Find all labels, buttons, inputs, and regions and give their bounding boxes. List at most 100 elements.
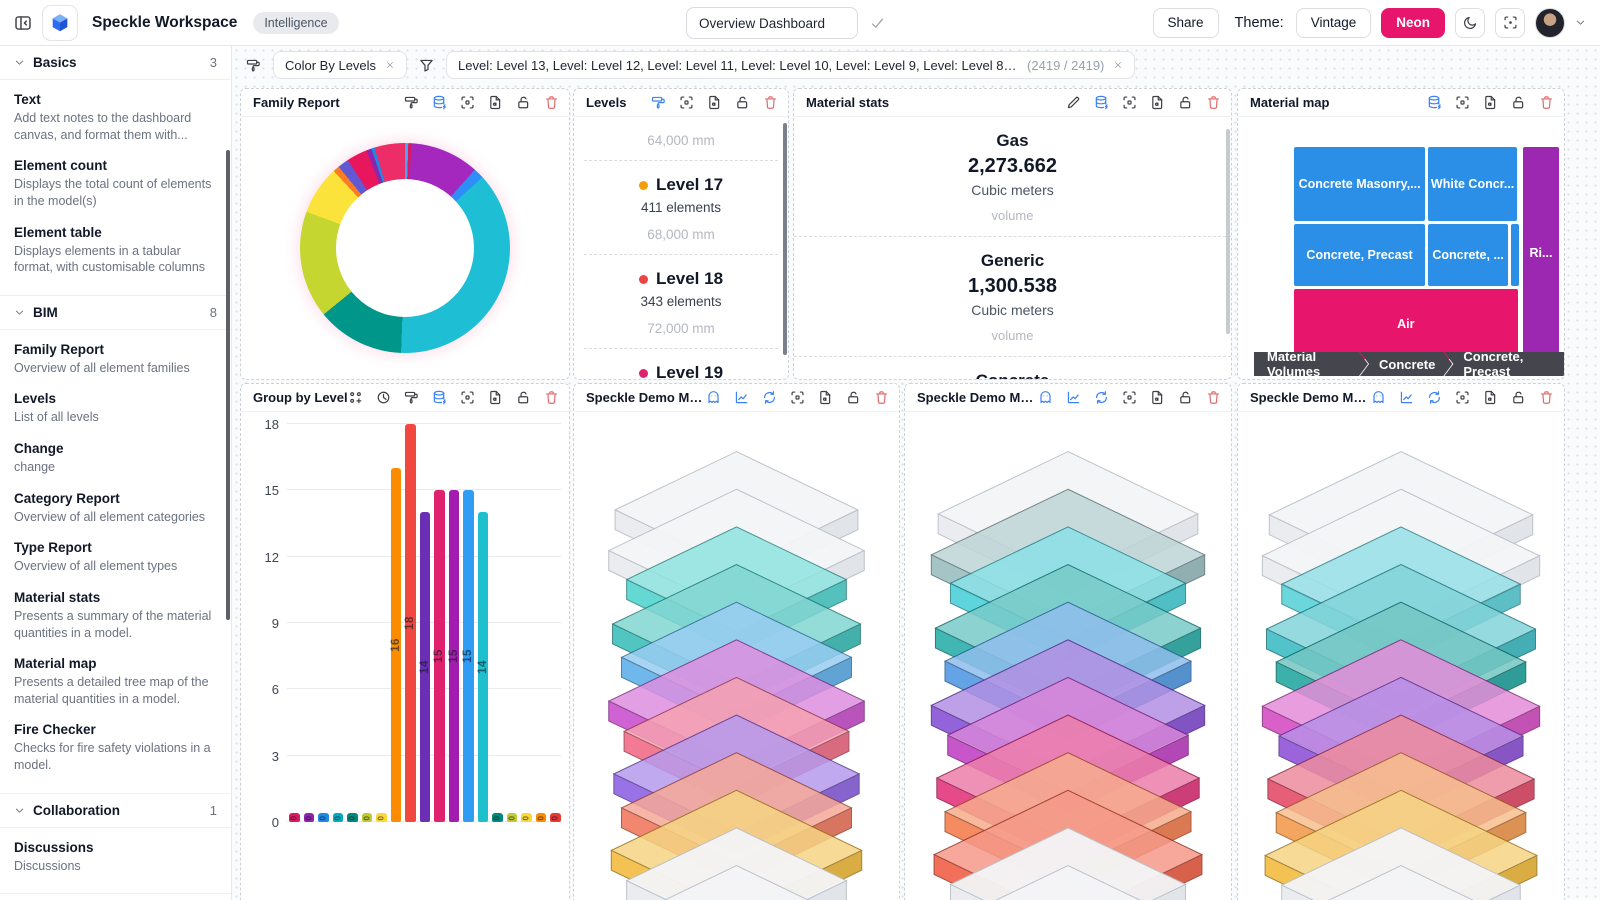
trash-icon[interactable] xyxy=(874,390,889,405)
breadcrumb-chip[interactable]: Concrete, Precast xyxy=(1444,352,1564,376)
dark-mode-button[interactable] xyxy=(1455,8,1485,38)
file-icon[interactable] xyxy=(1483,95,1498,110)
sidebar-item-family-report[interactable]: Family ReportOverview of all element fam… xyxy=(14,342,217,377)
file-icon[interactable] xyxy=(707,95,722,110)
treemap-cell[interactable]: Ri... xyxy=(1523,147,1559,359)
level-row[interactable]: Level 17411 elements xyxy=(584,175,778,215)
ghost-icon[interactable] xyxy=(1038,390,1053,405)
sidebar-item-material-map[interactable]: Material mapPresents a detailed tree map… xyxy=(14,656,217,707)
chevron-down-icon[interactable] xyxy=(1575,17,1586,28)
sync-icon[interactable] xyxy=(1427,390,1442,405)
theme-vintage-button[interactable]: Vintage xyxy=(1296,8,1372,38)
3d-model-viewport[interactable] xyxy=(574,412,899,900)
sidebar-item-category-report[interactable]: Category ReportOverview of all element c… xyxy=(14,491,217,526)
sidebar-item-fire-checker[interactable]: Fire CheckerChecks for fire safety viola… xyxy=(14,722,217,773)
sidebar-toggle-icon[interactable] xyxy=(14,14,32,32)
theme-neon-button[interactable]: Neon xyxy=(1381,8,1445,38)
trash-icon[interactable] xyxy=(544,95,559,110)
chart-icon[interactable] xyxy=(1066,390,1081,405)
sidebar-item-material-stats[interactable]: Material statsPresents a summary of the … xyxy=(14,590,217,641)
dashboard-name-input[interactable] xyxy=(686,7,858,39)
family-report-donut-chart[interactable] xyxy=(300,143,510,353)
file-icon[interactable] xyxy=(488,390,503,405)
trash-icon[interactable] xyxy=(1206,95,1221,110)
sidebar-section-header-bim[interactable]: BIM8 xyxy=(0,296,231,330)
file-icon[interactable] xyxy=(1150,390,1165,405)
close-icon[interactable] xyxy=(1113,60,1123,70)
trash-icon[interactable] xyxy=(1206,390,1221,405)
file-icon[interactable] xyxy=(1483,390,1498,405)
avatar[interactable] xyxy=(1535,8,1565,38)
lock-icon[interactable] xyxy=(516,390,531,405)
sync-icon[interactable] xyxy=(1094,390,1109,405)
sidebar-section-header-collaboration[interactable]: Collaboration1 xyxy=(0,794,231,828)
lock-icon[interactable] xyxy=(1511,390,1526,405)
3d-model-viewport[interactable] xyxy=(905,412,1231,900)
sidebar-section-header-gfa[interactable]: GFA7 xyxy=(0,894,231,900)
trash-icon[interactable] xyxy=(1539,95,1554,110)
sidebar-scrollbar[interactable] xyxy=(226,150,230,620)
expand-icon[interactable] xyxy=(1122,390,1137,405)
database-icon[interactable] xyxy=(1094,95,1109,110)
speckle-logo[interactable] xyxy=(42,5,78,41)
treemap-cell[interactable]: Concrete, ... xyxy=(1428,224,1508,286)
lock-icon[interactable] xyxy=(516,95,531,110)
breadcrumb-chip[interactable]: Concrete xyxy=(1360,352,1452,376)
bar-chart-plot[interactable]: 181512963000000001618141515151400000 xyxy=(287,424,561,822)
ghost-icon[interactable] xyxy=(1371,390,1386,405)
lock-icon[interactable] xyxy=(1178,390,1193,405)
share-button[interactable]: Share xyxy=(1153,8,1219,38)
treemap-cell[interactable]: Air xyxy=(1294,289,1518,359)
treemap-cell[interactable]: Concrete Masonry,... xyxy=(1294,147,1425,221)
sidebar-item-element-table[interactable]: Element tableDisplays elements in a tabu… xyxy=(14,225,217,276)
treemap-cell[interactable] xyxy=(1511,224,1519,286)
file-icon[interactable] xyxy=(488,95,503,110)
close-icon[interactable] xyxy=(385,60,395,70)
pencil-icon[interactable] xyxy=(1066,95,1081,110)
expand-icon[interactable] xyxy=(790,390,805,405)
sidebar-item-levels[interactable]: LevelsList of all levels xyxy=(14,391,217,426)
chart-icon[interactable] xyxy=(734,390,749,405)
3d-model-viewport[interactable] xyxy=(1238,412,1564,900)
treemap-cell[interactable]: White Concr... xyxy=(1428,147,1517,221)
file-icon[interactable] xyxy=(818,390,833,405)
treemap-cell[interactable]: Concrete, Precast xyxy=(1294,224,1425,286)
expand-icon[interactable] xyxy=(679,95,694,110)
expand-icon[interactable] xyxy=(460,95,475,110)
trash-icon[interactable] xyxy=(544,390,559,405)
level-row[interactable]: Level 192 elements xyxy=(584,363,778,380)
stats-scrollbar[interactable] xyxy=(1226,129,1230,334)
lock-icon[interactable] xyxy=(735,95,750,110)
sync-icon[interactable] xyxy=(762,390,777,405)
trash-icon[interactable] xyxy=(763,95,778,110)
lock-icon[interactable] xyxy=(1178,95,1193,110)
color-by-chip[interactable]: Color By Levels xyxy=(273,51,407,79)
sidebar-item-change[interactable]: Changechange xyxy=(14,441,217,476)
group-icon[interactable] xyxy=(348,390,363,405)
lock-icon[interactable] xyxy=(1511,95,1526,110)
paint-roller-icon[interactable] xyxy=(404,390,419,405)
sidebar-item-text[interactable]: TextAdd text notes to the dashboard canv… xyxy=(14,92,217,143)
ghost-icon[interactable] xyxy=(706,390,721,405)
chart-icon[interactable] xyxy=(1399,390,1414,405)
file-icon[interactable] xyxy=(1150,95,1165,110)
expand-icon[interactable] xyxy=(1455,95,1470,110)
fullscreen-button[interactable] xyxy=(1495,8,1525,38)
material-treemap[interactable]: Concrete Masonry,...White Concr...Concre… xyxy=(1294,147,1559,359)
sidebar-section-header-basics[interactable]: Basics3 xyxy=(0,46,231,80)
trash-icon[interactable] xyxy=(1539,390,1554,405)
paint-roller-icon[interactable] xyxy=(404,95,419,110)
breadcrumb-chip[interactable]: Material Volumes xyxy=(1254,352,1368,376)
expand-icon[interactable] xyxy=(1122,95,1137,110)
database-icon[interactable] xyxy=(1427,95,1442,110)
lock-icon[interactable] xyxy=(846,390,861,405)
level-filter-chip[interactable]: Level: Level 13, Level: Level 12, Level:… xyxy=(446,51,1135,79)
levels-scrollbar[interactable] xyxy=(783,123,787,355)
sidebar-item-element-count[interactable]: Element countDisplays the total count of… xyxy=(14,158,217,209)
database-icon[interactable] xyxy=(432,390,447,405)
sidebar-item-type-report[interactable]: Type ReportOverview of all element types xyxy=(14,540,217,575)
sidebar-item-discussions[interactable]: DiscussionsDiscussions xyxy=(14,840,217,875)
level-row[interactable]: Level 18343 elements xyxy=(584,269,778,309)
clock-icon[interactable] xyxy=(376,390,391,405)
paint-roller-icon[interactable] xyxy=(651,95,666,110)
